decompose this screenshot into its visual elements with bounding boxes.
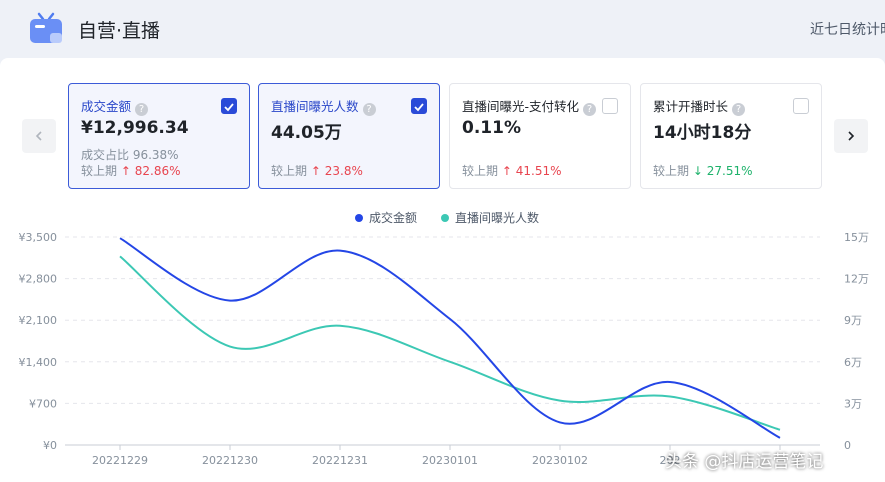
metric-label: 成交金额	[81, 99, 132, 114]
metric-value: 44.05万	[271, 123, 342, 143]
question-circle-icon[interactable]: ?	[362, 103, 376, 116]
compare-value: 23.8%	[324, 164, 363, 178]
metric-compare: 较上期 ↑ 82.86%	[81, 164, 181, 178]
next-button[interactable]	[834, 119, 868, 153]
metric-value: ¥12,996.34	[81, 118, 189, 138]
metric-card-conversion[interactable]: 直播间曝光-支付转化? 0.11% 较上期 ↑ 41.51%	[449, 83, 631, 189]
metric-card-gmv[interactable]: 成交金额? ¥12,996.34 成交占比 96.38% 较上期 ↑ 82.86…	[68, 83, 250, 189]
question-circle-icon[interactable]: ?	[732, 103, 746, 116]
y-left-tick-label: ¥3,500	[19, 231, 58, 244]
metric-compare: 较上期 ↓ 27.51%	[653, 164, 753, 178]
compare-value: 27.51%	[706, 164, 753, 178]
metric-label: 累计开播时长	[653, 99, 729, 114]
y-right-tick-label: 6万	[844, 356, 862, 369]
metric-value: 0.11%	[462, 118, 521, 138]
chart-legend: 成交金额 直播间曝光人数	[355, 209, 539, 226]
compare-value: 41.51%	[515, 164, 562, 178]
check-icon	[224, 103, 234, 112]
arrow-up-icon: ↑	[310, 164, 321, 178]
metric-share: 成交占比 96.38%	[81, 148, 179, 162]
y-right-tick-label: 15万	[844, 231, 869, 244]
chevron-left-icon	[35, 131, 42, 141]
x-tick-label: 20230102	[532, 454, 588, 467]
metric-label: 直播间曝光人数	[271, 99, 359, 114]
metric-checkbox[interactable]	[793, 98, 809, 114]
metric-checkbox[interactable]	[221, 98, 237, 114]
legend-item-gmv[interactable]: 成交金额	[355, 209, 417, 226]
compare-value: 82.86%	[134, 164, 181, 178]
metric-value: 14小时18分	[653, 123, 752, 143]
series-line-gmv	[119, 237, 781, 439]
check-icon	[414, 103, 424, 112]
y-left-tick-label: ¥700	[29, 397, 57, 410]
x-tick-label: 20221231	[312, 454, 368, 467]
question-circle-icon[interactable]: ?	[583, 103, 597, 116]
prev-button[interactable]	[22, 119, 56, 153]
y-left-tick-label: ¥1,400	[19, 356, 58, 369]
metric-label: 直播间曝光-支付转化	[462, 99, 580, 114]
tv-icon	[30, 12, 62, 43]
y-right-tick-label: 3万	[844, 397, 862, 410]
page-header: 自营·直播 近七日统计时	[0, 0, 885, 58]
x-tick-label: 20230101	[422, 454, 478, 467]
metric-checkbox[interactable]	[602, 98, 618, 114]
metric-compare: 较上期 ↑ 23.8%	[271, 164, 363, 178]
y-left-tick-label: ¥2,800	[19, 273, 58, 286]
x-tick-label: 20221230	[202, 454, 258, 467]
range-selector[interactable]: 近七日统计时	[810, 19, 885, 39]
chevron-right-icon	[848, 131, 855, 141]
y-right-tick-label: 12万	[844, 273, 869, 286]
metric-card-exposure[interactable]: 直播间曝光人数? 44.05万 较上期 ↑ 23.8%	[258, 83, 440, 189]
metric-card-duration[interactable]: 累计开播时长? 14小时18分 较上期 ↓ 27.51%	[640, 83, 822, 189]
metric-compare: 较上期 ↑ 41.51%	[462, 164, 562, 178]
arrow-up-icon: ↑	[501, 164, 512, 178]
y-right-tick-label: 0	[844, 439, 851, 452]
arrow-up-icon: ↑	[120, 164, 131, 178]
watermark: 头条 @抖店运营笔记	[665, 452, 824, 472]
metric-checkbox[interactable]	[411, 98, 427, 114]
y-left-tick-label: ¥0	[43, 439, 57, 452]
y-right-tick-label: 9万	[844, 314, 862, 327]
y-left-tick-label: ¥2,100	[19, 314, 58, 327]
x-tick-label: 20221229	[92, 454, 148, 467]
legend-item-exposure[interactable]: 直播间曝光人数	[441, 209, 539, 226]
trend-chart: ¥0 ¥700 ¥1,400 ¥2,100 ¥2,800 ¥3,500 0 3万 6万 9万 12万…	[19, 231, 870, 467]
page-title: 自营·直播	[78, 20, 161, 42]
arrow-down-icon: ↓	[692, 164, 703, 178]
question-circle-icon[interactable]: ?	[135, 103, 149, 116]
